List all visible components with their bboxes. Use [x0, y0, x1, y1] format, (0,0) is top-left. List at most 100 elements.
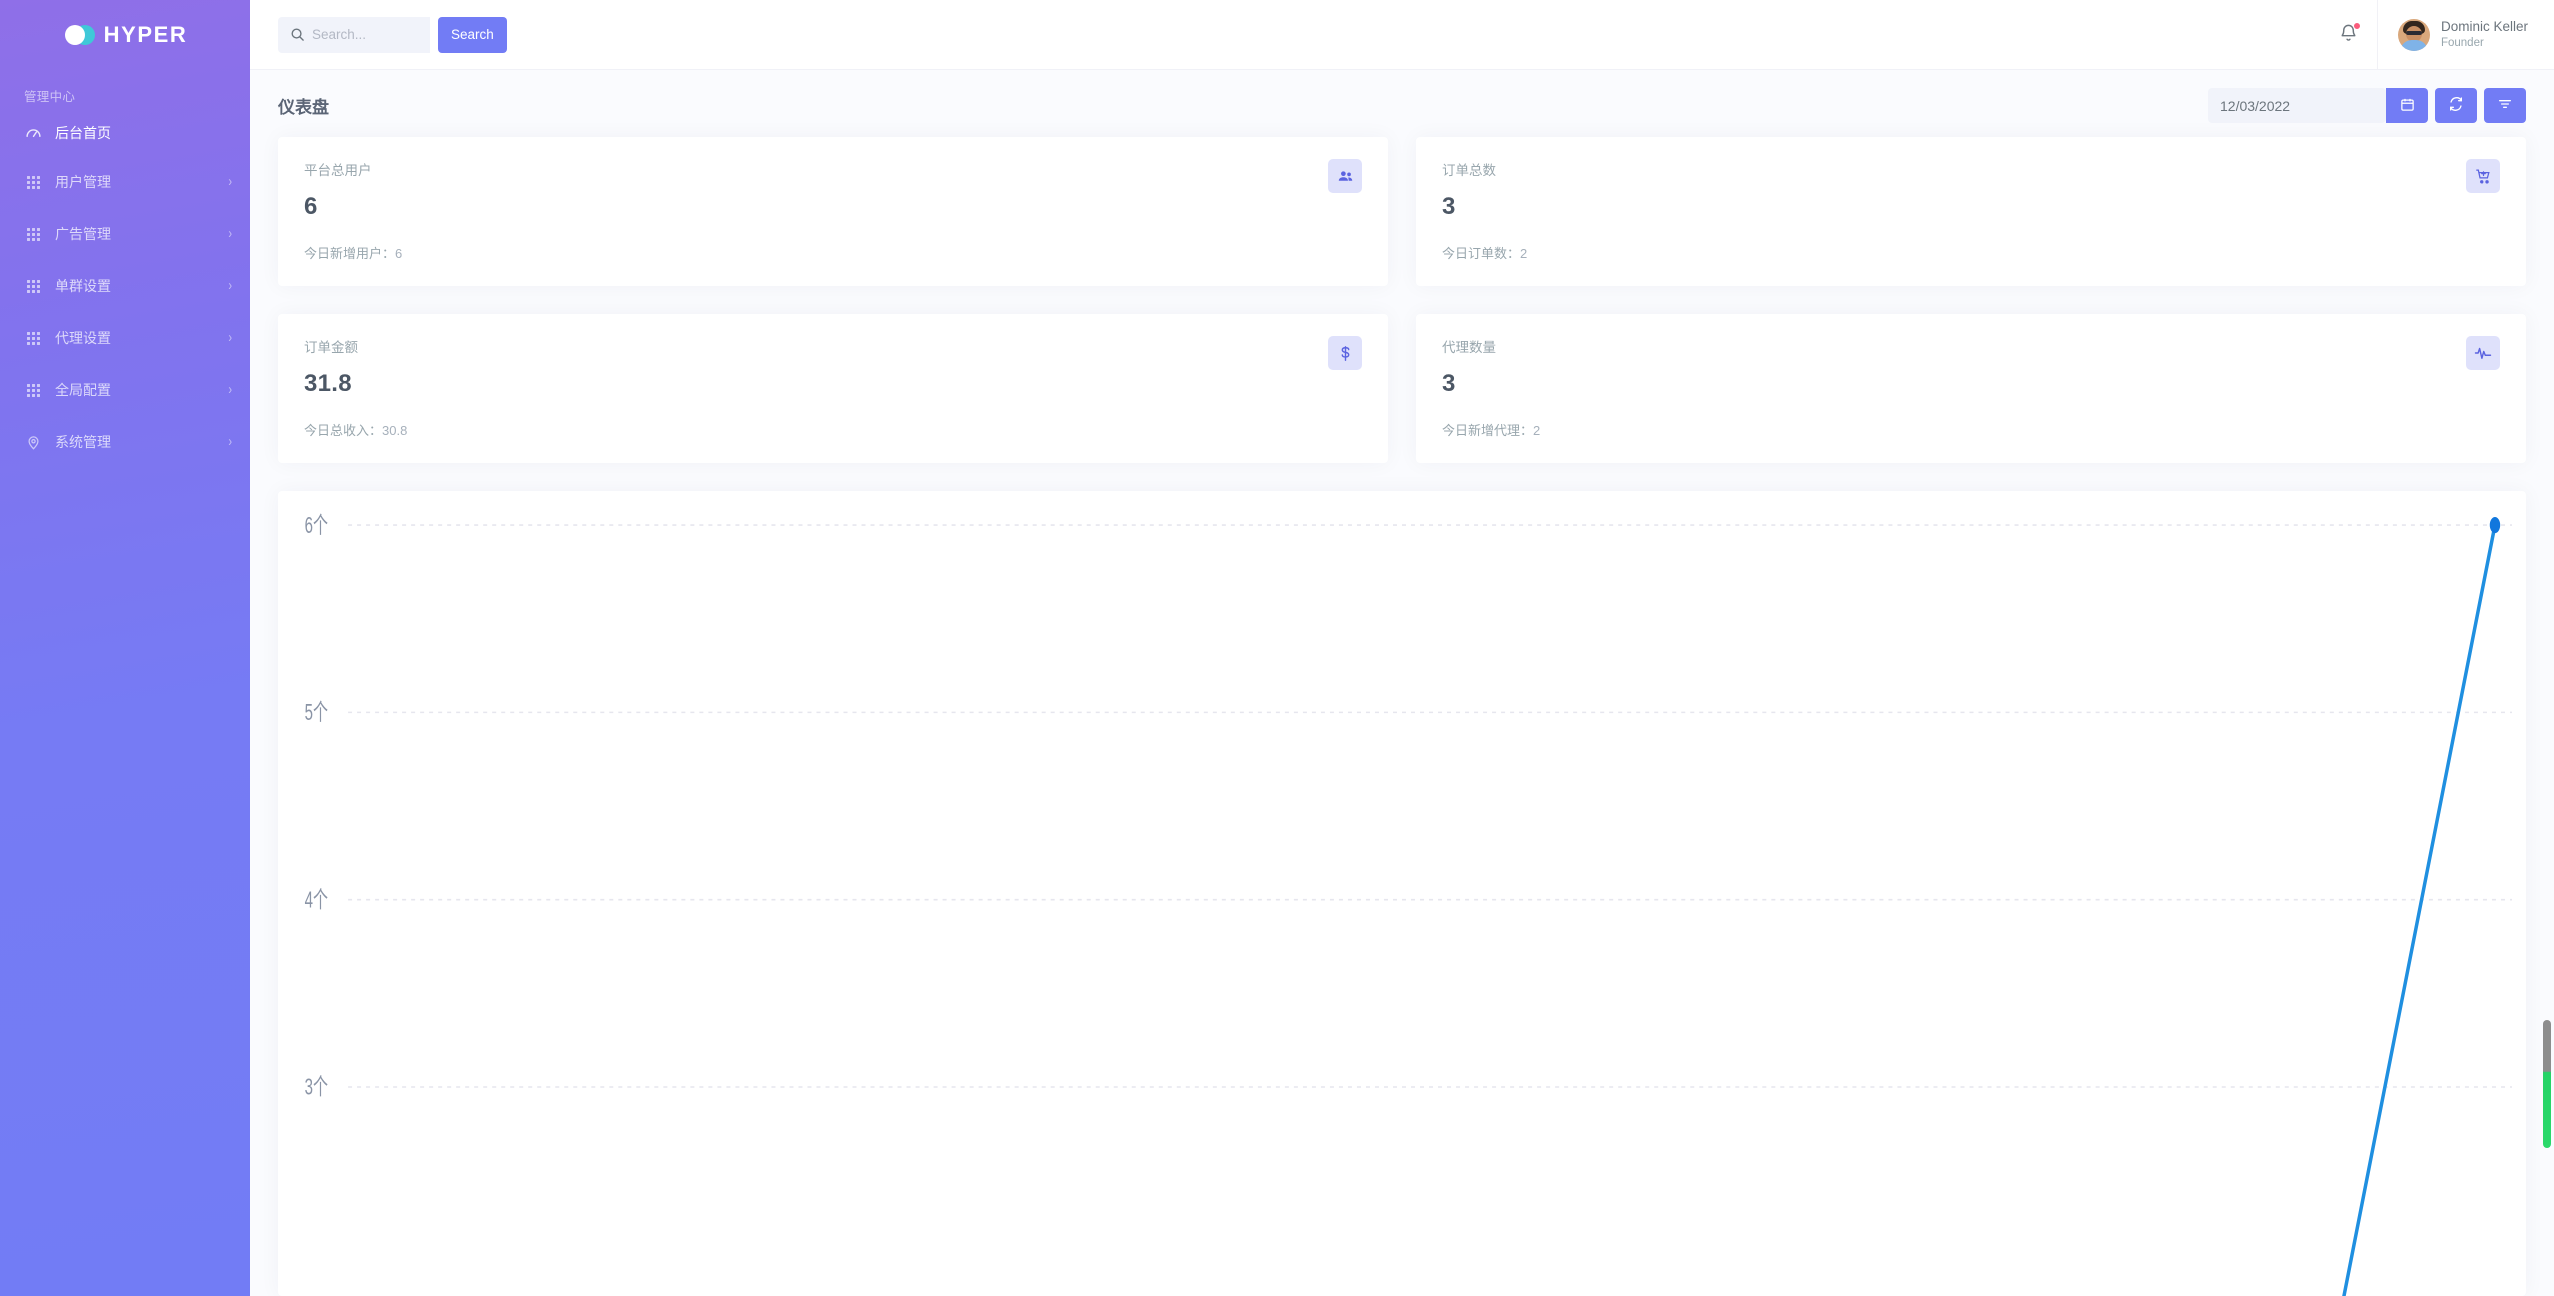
main-area: Search Dom [250, 0, 2554, 1296]
chevron-right-icon: › [228, 277, 232, 295]
sidebar-item-agent-settings[interactable]: 代理设置 › [0, 322, 250, 354]
stat-card-total-users: 平台总用户 6 今日新增用户：6 [278, 137, 1388, 286]
stat-label: 订单金额 [304, 340, 358, 355]
ytick-label-5: 5个 [305, 700, 328, 726]
search-box[interactable] [278, 16, 430, 53]
filter-button[interactable] [2484, 88, 2526, 123]
page-toolbar: 12/03/2022 [2208, 88, 2526, 123]
ytick-label-3: 3个 [305, 1075, 328, 1101]
topbar: Search Dom [250, 0, 2554, 70]
grid-icon [24, 173, 42, 191]
stat-sub-label: 今日订单数： [1442, 246, 1521, 261]
search-button[interactable]: Search [438, 16, 507, 53]
sidebar-item-global-config[interactable]: 全局配置 › [0, 374, 250, 406]
stat-value: 3 [1442, 370, 1456, 397]
growth-chart-card: 6个 5个 4个 3个 [278, 491, 2526, 1296]
avatar [2397, 18, 2430, 51]
refresh-button[interactable] [2435, 88, 2477, 123]
user-meta: Dominic Keller Founder [2441, 18, 2528, 50]
stat-value: 3 [1442, 193, 1456, 220]
notification-badge [2352, 21, 2361, 30]
activity-icon [2466, 336, 2500, 370]
stat-sub-value: 2 [1520, 246, 1528, 261]
scrollbar-thumb[interactable] [2543, 1020, 2551, 1148]
chevron-right-icon: › [228, 173, 232, 191]
search-group: Search [278, 16, 507, 53]
calendar-button[interactable] [2386, 88, 2428, 123]
app-root: HYPER 管理中心 后台首页 用户管理 › 广告管理 › 单群设置 › 代理设… [0, 0, 2554, 1296]
search-icon [290, 27, 305, 42]
stat-sub-value: 2 [1533, 423, 1541, 438]
grid-icon [24, 329, 42, 347]
date-value: 12/03/2022 [2220, 97, 2291, 114]
grid-icon [24, 277, 42, 295]
stat-sub: 今日新增用户：6 [304, 243, 1362, 262]
user-role: Founder [2440, 36, 2484, 49]
refresh-icon [2448, 96, 2464, 115]
stat-sub-label: 今日新增用户： [304, 246, 396, 261]
stat-card-agent-count: 代理数量 3 今日新增代理：2 [1416, 314, 2526, 463]
users-icon [1328, 159, 1362, 193]
grid-icon [24, 381, 42, 399]
filter-icon [2497, 96, 2513, 115]
cart-plus-icon [2466, 159, 2500, 193]
sidebar-item-label: 全局配置 [55, 381, 111, 398]
notification-button[interactable] [2321, 0, 2377, 70]
sidebar-item-ad-management[interactable]: 广告管理 › [0, 218, 250, 250]
date-input[interactable]: 12/03/2022 [2208, 88, 2386, 123]
sidebar-item-system-management[interactable]: 系统管理 › [0, 426, 250, 458]
chart-gridlines [348, 524, 2512, 1088]
topbar-right: Dominic Keller Founder [2321, 0, 2554, 70]
sidebar-item-label: 系统管理 [55, 433, 111, 450]
search-input[interactable] [312, 27, 430, 42]
sidebar-item-label: 广告管理 [55, 225, 111, 242]
sidebar-item-label: 用户管理 [55, 173, 111, 190]
dollar-icon [1328, 336, 1362, 370]
chart-series-line [2342, 522, 2497, 1296]
stat-label: 平台总用户 [304, 163, 372, 178]
stat-label: 代理数量 [1442, 340, 1496, 355]
sidebar-item-dashboard[interactable]: 后台首页 [0, 117, 250, 149]
stat-sub-label: 今日总收入： [304, 423, 383, 438]
stat-value: 6 [304, 193, 318, 220]
chevron-right-icon: › [228, 381, 232, 399]
dashboard-icon [24, 124, 42, 142]
sidebar-item-group-settings[interactable]: 单群设置 › [0, 270, 250, 302]
chart-data-point [2489, 517, 2501, 534]
page-title: 仪表盘 [278, 98, 329, 117]
stat-sub-value: 30.8 [382, 423, 408, 438]
stat-card-total-orders: 订单总数 3 今日订单数：2 [1416, 137, 2526, 286]
calendar-icon [2400, 97, 2415, 115]
stat-cards: 平台总用户 6 今日新增用户：6 订单总数 3 今日订单数：2 订单金额 31.… [250, 137, 2554, 491]
stat-sub: 今日新增代理：2 [1442, 420, 2500, 439]
sidebar-nav: 后台首页 用户管理 › 广告管理 › 单群设置 › 代理设置 › 全局配置 › … [0, 113, 250, 459]
user-menu[interactable]: Dominic Keller Founder [2376, 0, 2554, 70]
sidebar-item-user-management[interactable]: 用户管理 › [0, 166, 250, 198]
sidebar-item-label: 后台首页 [55, 124, 111, 141]
stat-sub-label: 今日新增代理： [1442, 423, 1534, 438]
chevron-right-icon: › [228, 433, 232, 451]
brand-logo[interactable]: HYPER [0, 0, 250, 70]
growth-line-chart[interactable]: 6个 5个 4个 3个 [278, 491, 2526, 1296]
page-scrollbar[interactable] [2540, 70, 2554, 1296]
sidebar-section-title: 管理中心 [24, 90, 76, 104]
chevron-right-icon: › [228, 225, 232, 243]
stat-label: 订单总数 [1442, 163, 1496, 178]
sidebar-item-label: 单群设置 [55, 277, 111, 294]
ytick-label-4: 4个 [305, 887, 328, 913]
map-pin-icon [24, 433, 42, 451]
ytick-label-6: 6个 [305, 513, 328, 539]
grid-icon [24, 225, 42, 243]
sidebar: HYPER 管理中心 后台首页 用户管理 › 广告管理 › 单群设置 › 代理设… [0, 0, 250, 1296]
stat-value: 31.8 [304, 370, 352, 397]
chart-y-axis-labels: 6个 5个 4个 3个 [305, 513, 328, 1101]
stat-sub: 今日订单数：2 [1442, 243, 2500, 262]
brand-name: HYPER [103, 22, 188, 47]
sidebar-item-label: 代理设置 [55, 329, 111, 346]
stat-sub: 今日总收入：30.8 [304, 420, 1362, 439]
stat-sub-value: 6 [395, 246, 403, 261]
chevron-right-icon: › [228, 329, 232, 347]
stat-card-order-amount: 订单金额 31.8 今日总收入：30.8 [278, 314, 1388, 463]
user-name: Dominic Keller [2440, 19, 2528, 35]
page-header: 仪表盘 12/03/2022 [250, 70, 2554, 137]
